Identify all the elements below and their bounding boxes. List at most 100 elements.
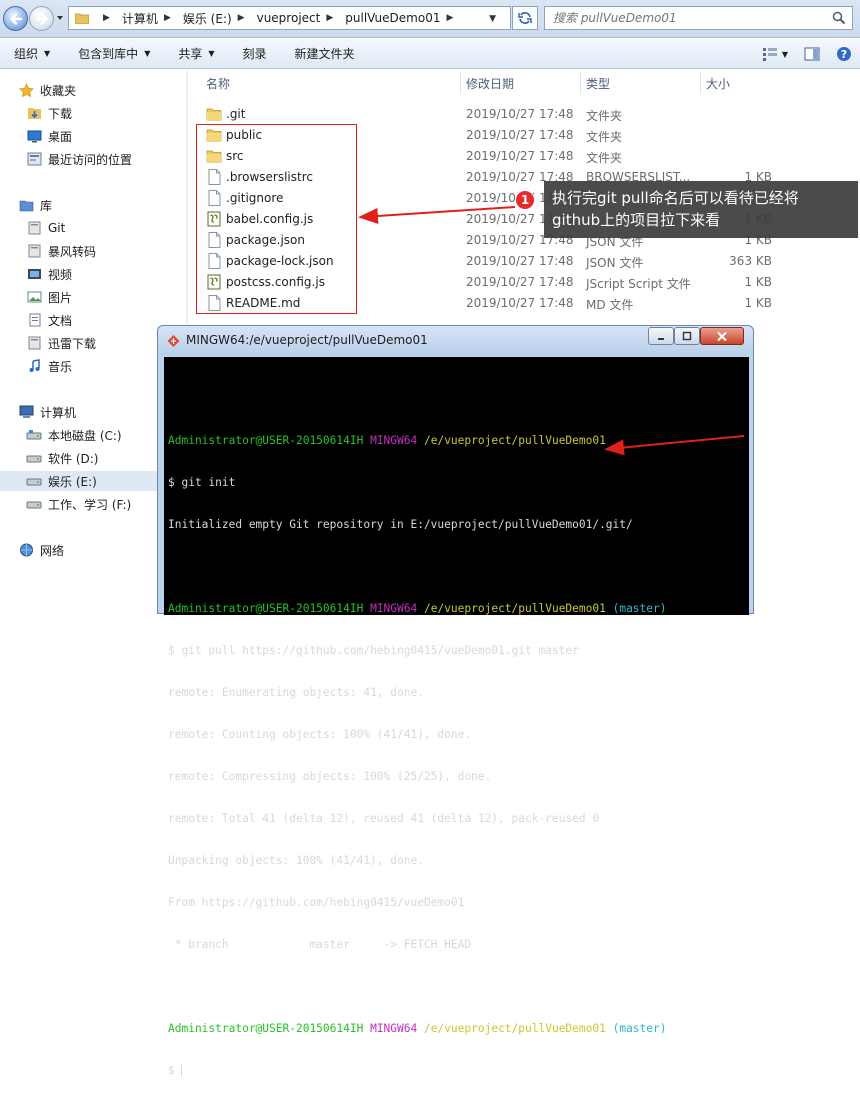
terminal-input-line[interactable]: $ (168, 1064, 749, 1078)
terminal-output-line: From https://github.com/hebing0415/vueDe… (168, 896, 465, 909)
library-folder-icon (26, 243, 42, 259)
sidebar-computer[interactable]: 计算机 (18, 402, 76, 422)
prompt-shell: MINGW64 (370, 602, 418, 615)
highlight-box (196, 124, 357, 314)
terminal-output-line: * branch master -> FETCH_HEAD (168, 938, 472, 951)
sidebar-favorites[interactable]: 收藏夹 (18, 80, 76, 100)
burn-button[interactable]: 刻录 (243, 45, 267, 62)
file-type: 文件夹 (586, 151, 623, 165)
sidebar-item-downloads[interactable]: 下载 (26, 103, 72, 123)
sidebar-item-storm-transcode[interactable]: 暴风转码 (26, 241, 96, 261)
terminal-output-line: remote: Compressing objects: 100% (25/25… (168, 770, 492, 783)
computer-icon (18, 404, 34, 420)
address-history-dropdown-icon[interactable]: ▼ (489, 14, 496, 24)
sidebar-item-pictures[interactable]: 图片 (26, 287, 72, 307)
refresh-button[interactable] (512, 6, 538, 30)
column-header-modified-label: 修改日期 (466, 76, 515, 91)
file-size: 1 KB (744, 275, 772, 289)
file-name-cell[interactable]: .git (206, 103, 245, 124)
sidebar-item-drive-f[interactable]: 工作、学习 (F:) (26, 494, 131, 514)
sidebar-item-recent-places[interactable]: 最近访问的位置 (26, 149, 132, 169)
maximize-button[interactable] (674, 327, 700, 345)
terminal-command: $ git pull https://github.com/hebing0415… (168, 644, 579, 657)
column-divider[interactable] (700, 72, 701, 94)
back-arrow-icon (9, 12, 22, 25)
file-type: 文件夹 (586, 109, 623, 123)
sidebar-network[interactable]: 网络 (18, 540, 64, 560)
file-size: 363 KB (729, 254, 772, 268)
sidebar-item-thunder-downloads[interactable]: 迅雷下载 (26, 333, 96, 353)
sidebar-item-documents[interactable]: 文档 (26, 310, 72, 330)
column-header-modified[interactable]: 修改日期 (466, 70, 514, 96)
sidebar-libraries[interactable]: 库 (18, 195, 52, 215)
view-dropdown-icon[interactable]: ▼ (782, 50, 788, 59)
callout-text-line: github上的项目拉下来看 (552, 211, 721, 229)
file-modified: 2019/10/27 17:48 (466, 296, 574, 310)
explorer-window: ▶ 计算机 ▶ 娱乐 (E:) ▶ vueproject ▶ pullVueDemo0… (0, 0, 860, 1077)
sidebar-item-git[interactable]: Git (26, 218, 65, 238)
sidebar-item-drive-c[interactable]: 本地磁盘 (C:) (26, 425, 122, 445)
folder-small-icon (75, 13, 89, 24)
forward-button[interactable] (29, 6, 54, 31)
include-in-library-button[interactable]: 包含到库中 ▼ (78, 45, 150, 62)
preview-pane-icon[interactable] (804, 47, 820, 61)
desktop-icon (26, 128, 42, 144)
share-button[interactable]: 共享 ▼ (178, 45, 214, 62)
git-bash-icon (167, 335, 180, 347)
column-header-type[interactable]: 类型 (586, 70, 610, 96)
terminal-output[interactable]: Administrator@USER-20150614IH MINGW64 /e… (164, 357, 749, 1077)
star-icon (18, 82, 34, 98)
sidebar-item-label: 迅雷下载 (48, 336, 97, 351)
sidebar-item-label: 音乐 (48, 359, 73, 374)
file-row[interactable]: .git 2019/10/27 17:48 文件夹 (190, 103, 860, 124)
breadcrumb-computer[interactable]: 计算机 ▶ (122, 10, 179, 27)
column-divider[interactable] (460, 72, 461, 94)
include-in-library-label: 包含到库中 (78, 47, 139, 61)
recent-pages-dropdown-icon[interactable] (55, 13, 65, 23)
column-header-size[interactable]: 大小 (706, 70, 730, 96)
terminal-titlebar[interactable]: MINGW64:/e/vueproject/pullVueDemo01 (158, 326, 753, 356)
sidebar-item-label: 娱乐 (E:) (48, 474, 97, 489)
prompt-shell: MINGW64 (370, 434, 418, 447)
breadcrumb-pullvuedemo01[interactable]: pullVueDemo01 ▶ (345, 11, 461, 25)
library-folder-icon (26, 335, 42, 351)
file-modified: 2019/10/27 17:48 (466, 254, 574, 268)
file-size: 1 KB (744, 296, 772, 310)
sidebar-item-drive-d[interactable]: 软件 (D:) (26, 448, 98, 468)
terminal-title: MINGW64:/e/vueproject/pullVueDemo01 (186, 333, 428, 347)
new-folder-button[interactable]: 新建文件夹 (295, 45, 355, 62)
prompt-symbol: $ (168, 1064, 182, 1077)
help-icon[interactable]: ? (836, 46, 852, 62)
terminal-output-line: remote: Enumerating objects: 41, done. (168, 686, 424, 699)
column-header-size-label: 大小 (706, 76, 731, 91)
folder-icon (206, 106, 222, 122)
column-divider[interactable] (580, 72, 581, 94)
prompt-branch: (master) (612, 1022, 667, 1035)
terminal-output-line: remote: Counting objects: 100% (41/41), … (168, 728, 472, 741)
libraries-icon (18, 197, 34, 213)
view-options-icon[interactable] (762, 47, 778, 61)
breadcrumb-vueproject[interactable]: vueproject ▶ (257, 11, 342, 25)
minimize-button[interactable] (648, 327, 674, 345)
search-box[interactable] (544, 6, 853, 30)
breadcrumb-drive-e[interactable]: 娱乐 (E:) ▶ (183, 10, 253, 27)
back-button[interactable] (3, 6, 28, 31)
prompt-shell: MINGW64 (370, 1022, 418, 1035)
sidebar-item-desktop[interactable]: 桌面 (26, 126, 72, 146)
search-input[interactable] (553, 11, 813, 25)
close-button[interactable] (700, 327, 744, 345)
sidebar-item-music[interactable]: 音乐 (26, 356, 72, 376)
prompt-user: Administrator@USER-20150614IH (168, 1022, 364, 1035)
text-cursor (181, 1065, 183, 1077)
picture-library-icon (26, 289, 42, 305)
breadcrumb-sep[interactable]: ▶ (97, 13, 118, 23)
sidebar-network-label: 网络 (40, 543, 65, 558)
breadcrumb[interactable]: ▶ 计算机 ▶ 娱乐 (E:) ▶ vueproject ▶ pullVueDemo0… (68, 6, 511, 30)
system-drive-icon (26, 427, 42, 443)
recent-places-icon (26, 151, 42, 167)
sidebar-item-videos[interactable]: 视频 (26, 264, 72, 284)
column-header-name[interactable]: 名称 (206, 70, 230, 96)
minimize-icon (658, 338, 664, 340)
organize-button[interactable]: 组织 ▼ (14, 45, 50, 62)
